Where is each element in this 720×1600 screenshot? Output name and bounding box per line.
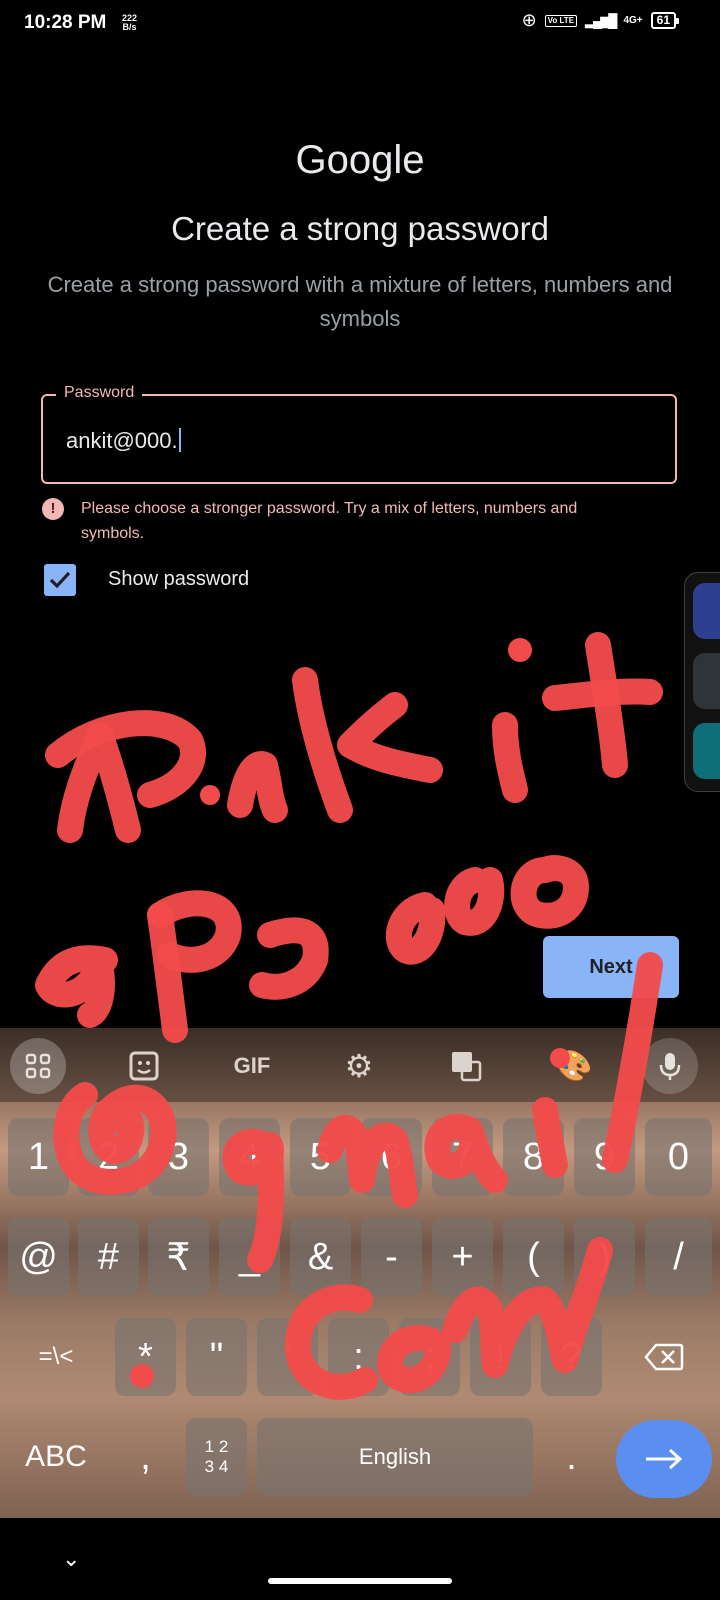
home-gesture-bar[interactable] xyxy=(268,1578,452,1584)
key-7[interactable]: 7 xyxy=(432,1118,493,1196)
volte-icon: Vo LTE xyxy=(544,14,578,27)
scribble-dot xyxy=(508,638,532,662)
enter-arrow-icon[interactable] xyxy=(616,1420,712,1498)
key-numpad[interactable]: 1 2 3 4 xyxy=(186,1418,247,1496)
scribble-letter-a xyxy=(57,722,141,843)
status-time: 10:28 PM xyxy=(24,12,107,33)
password-input[interactable]: ankit@000. xyxy=(66,428,181,454)
key-3[interactable]: 3 xyxy=(148,1118,209,1196)
status-icons: ⊕ Vo LTE ▂▄▆█ 4G+ 61 xyxy=(521,10,680,31)
scribble-letter-p xyxy=(147,902,188,1043)
key-question[interactable]: ? xyxy=(541,1318,602,1396)
signal-icon: ▂▄▆█ xyxy=(585,12,617,28)
spacebar[interactable]: English xyxy=(257,1418,533,1496)
settings-gear-icon[interactable]: ⚙ xyxy=(331,1038,387,1094)
scribble-stroke xyxy=(45,710,206,808)
key-comma[interactable]: , xyxy=(115,1418,176,1496)
key-semicolon[interactable]: ; xyxy=(399,1318,460,1396)
floating-toolbar xyxy=(684,572,720,792)
network-speed: 222 B/s xyxy=(122,14,137,32)
error-message: Please choose a stronger password. Try a… xyxy=(81,500,578,542)
key-at[interactable]: @ xyxy=(8,1218,69,1296)
key-6[interactable]: 6 xyxy=(361,1118,422,1196)
scribble-letter-t xyxy=(585,632,628,778)
key-5[interactable]: 5 xyxy=(290,1118,351,1196)
pen-icon[interactable] xyxy=(693,723,720,779)
google-logo: Google xyxy=(295,138,425,182)
key-ampersand[interactable]: & xyxy=(290,1218,351,1296)
key-more-symbols[interactable]: =\< xyxy=(8,1318,104,1396)
data-saver-icon: ⊕ xyxy=(521,10,537,30)
key-abc[interactable]: ABC xyxy=(8,1418,104,1496)
scribble-stroke xyxy=(147,890,242,973)
next-button[interactable]: Next xyxy=(543,936,679,998)
key-double-quote[interactable]: " xyxy=(186,1318,247,1396)
microphone-icon[interactable] xyxy=(642,1038,698,1094)
volume-icon[interactable] xyxy=(693,583,720,639)
checkmark-icon xyxy=(49,571,71,589)
key-slash[interactable]: / xyxy=(645,1218,712,1296)
key-4[interactable]: 4 xyxy=(219,1118,280,1196)
scribble-stroke xyxy=(337,692,443,783)
theme-palette-icon[interactable]: 🎨 xyxy=(546,1038,602,1094)
key-rupee[interactable]: ₹ xyxy=(148,1218,209,1296)
show-password-label[interactable]: Show password xyxy=(108,568,249,591)
speed-unit: B/s xyxy=(122,22,137,32)
sticker-icon[interactable] xyxy=(116,1038,172,1094)
scribble-dot xyxy=(200,785,220,805)
backspace-icon[interactable] xyxy=(616,1318,712,1396)
translate-icon[interactable] xyxy=(438,1038,494,1094)
text-caret xyxy=(178,428,181,452)
keyboard-toolbar: GIF ⚙ 🎨 xyxy=(0,1028,720,1102)
scribble-zero-3 xyxy=(510,855,589,929)
password-value: ankit@000. xyxy=(66,428,178,453)
scribble-stroke xyxy=(542,678,663,711)
error-icon: ! xyxy=(42,498,64,520)
battery-icon: 61 xyxy=(650,12,680,29)
network-type: 4G+ xyxy=(623,15,643,26)
scribble-letter-n xyxy=(227,751,288,823)
key-exclamation[interactable]: ! xyxy=(470,1318,531,1396)
key-0[interactable]: 0 xyxy=(645,1118,712,1196)
key-period[interactable]: . xyxy=(541,1418,602,1496)
scribble-letter-s xyxy=(249,917,329,1000)
scribble-letter-k xyxy=(292,667,353,823)
key-minus[interactable]: - xyxy=(361,1218,422,1296)
key-open-paren[interactable]: ( xyxy=(503,1218,564,1296)
screenshot-icon[interactable] xyxy=(693,653,720,709)
key-single-quote[interactable]: ' xyxy=(257,1318,318,1396)
scribble-zero-2 xyxy=(444,867,505,936)
key-hash[interactable]: # xyxy=(78,1218,139,1296)
key-colon[interactable]: : xyxy=(328,1318,389,1396)
apps-grid-icon[interactable] xyxy=(10,1038,66,1094)
key-1[interactable]: 1 xyxy=(8,1118,69,1196)
scribble-letter-i xyxy=(492,712,528,803)
gif-button[interactable]: GIF xyxy=(224,1038,280,1094)
password-label: Password xyxy=(56,384,143,402)
navigation-bar xyxy=(0,1518,720,1600)
scribble-letter-a2 xyxy=(35,945,118,1028)
key-2[interactable]: 2 xyxy=(78,1118,139,1196)
page-subtitle: Create a strong password with a mixture … xyxy=(47,272,673,331)
key-plus[interactable]: + xyxy=(432,1218,493,1296)
show-password-checkbox[interactable] xyxy=(44,564,76,596)
scribble-zero-1 xyxy=(385,892,446,965)
key-8[interactable]: 8 xyxy=(503,1118,564,1196)
key-asterisk[interactable]: * xyxy=(115,1318,176,1396)
page-title: Create a strong password xyxy=(171,210,549,247)
key-close-paren[interactable]: ) xyxy=(574,1218,635,1296)
key-9[interactable]: 9 xyxy=(574,1118,635,1196)
key-underscore[interactable]: _ xyxy=(219,1218,280,1296)
hide-keyboard-icon[interactable]: ⌄ xyxy=(62,1546,80,1572)
